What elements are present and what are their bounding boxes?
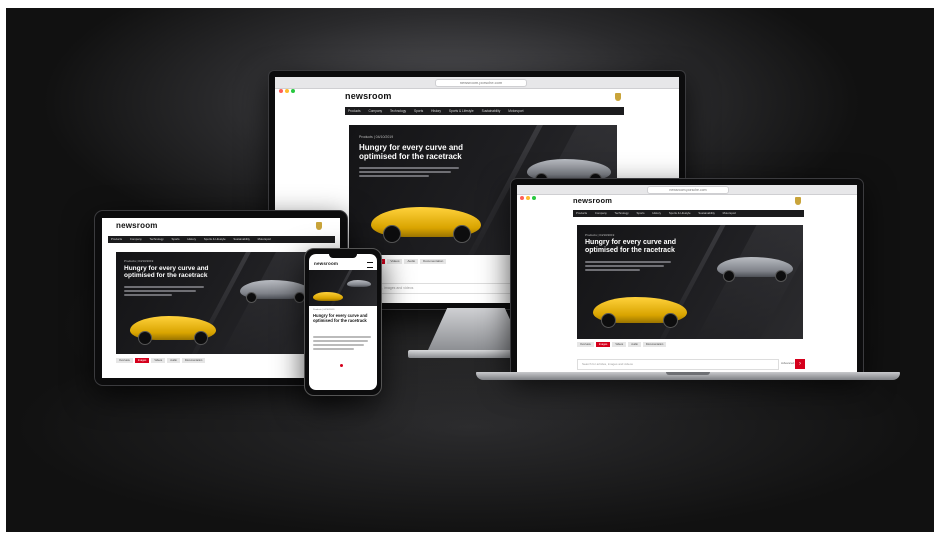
tab-documentation[interactable]: Documentation [181,358,206,363]
site-logo[interactable]: newsroom [573,196,612,205]
search-filter-dropdown[interactable]: Advanced [781,361,794,365]
tab-audio[interactable]: Audio [167,358,180,363]
nav-item[interactable]: Products [576,211,587,215]
nav-item[interactable]: Sustainability [233,237,249,241]
menu-icon[interactable] [367,262,373,268]
yellow-car [313,292,343,301]
phone-screen: newsroom Products | 04/10/2019 Hungry fo… [309,254,377,390]
nav-item[interactable]: Sports & Lifestyle [204,237,226,241]
nav-item[interactable]: Sustainability [482,109,501,113]
nav-item[interactable]: Technology [150,237,164,241]
article-headline[interactable]: Hungry for every curve and optimised for… [585,239,685,255]
phone-notch [329,254,357,258]
nav-item[interactable]: History [431,109,441,113]
main-nav: Products Company Technology Sports Histo… [573,210,804,217]
article-kicker: Products | 04/10/2019 [585,233,615,237]
nav-item[interactable]: Company [130,237,142,241]
article-kicker: Products | 04/10/2019 [313,309,335,311]
tab-images[interactable]: Images [595,342,611,347]
nav-item[interactable]: Technology [615,211,629,215]
nav-item[interactable]: Motorsport [508,109,523,113]
tab-videos[interactable]: Videos [151,358,166,363]
nav-item[interactable]: History [187,237,196,241]
nav-item[interactable]: Motorsport [258,237,271,241]
article-tabs: OverviewImagesVideosAudioDocumentation [116,358,207,363]
brand-crest-icon [615,93,621,101]
nav-item[interactable]: Sports [171,237,179,241]
nav-item[interactable]: History [652,211,661,215]
hero-image [309,270,377,306]
smartphone: newsroom Products | 04/10/2019 Hungry fo… [304,248,384,398]
search-input[interactable]: Search for articles, images and videos [577,359,779,370]
article-headline[interactable]: Hungry for every curve and optimised for… [124,265,220,280]
brand-crest-icon [316,222,322,230]
hero-image: Products | 04/10/2019 Hungry for every c… [116,252,324,354]
page-indicator-dot [340,364,343,367]
article-kicker: Products | 04/10/2019 [124,259,154,263]
article-headline[interactable]: Hungry for every curve and optimised for… [359,143,469,161]
tab-overview[interactable]: Overview [116,358,133,363]
address-bar[interactable]: newsroom.porsche.com [435,79,527,87]
site-logo[interactable]: newsroom [116,221,158,230]
tab-videos[interactable]: Videos [612,342,627,347]
laptop-screen: newsroom.porsche.com newsroom Products C… [517,185,857,373]
nav-item[interactable]: Sports & Lifestyle [449,109,474,113]
site-logo[interactable]: newsroom [345,91,392,101]
main-nav: Products Company Technology Sports Histo… [108,236,335,243]
laptop: newsroom.porsche.com newsroom Products C… [476,178,900,390]
nav-item[interactable]: Motorsport [723,211,736,215]
nav-item[interactable]: Products [348,109,361,113]
nav-item[interactable]: Sports [636,211,644,215]
tab-images[interactable]: Images [134,358,150,363]
nav-item[interactable]: Products [111,237,122,241]
nav-item[interactable]: Sports & Lifestyle [669,211,691,215]
tab-documentation[interactable]: Documentation [420,259,447,264]
nav-item[interactable]: Technology [390,109,406,113]
site-logo[interactable]: newsroom [314,261,338,266]
nav-item[interactable]: Sports [414,109,423,113]
search-button[interactable]: › [795,359,805,369]
article-headline[interactable]: Hungry for every curve and optimised for… [313,313,373,324]
tab-audio[interactable]: Audio [404,259,419,264]
main-nav: Products Company Technology Sports Histo… [345,107,624,115]
scene-background: newsroom.porsche.com newsroom Products C… [6,8,934,532]
hero-image: Products | 04/10/2019 Hungry for every c… [577,225,803,339]
nav-item[interactable]: Company [595,211,607,215]
brand-crest-icon [795,197,801,205]
nav-item[interactable]: Sustainability [698,211,714,215]
address-bar[interactable]: newsroom.porsche.com [647,186,729,194]
silver-car [347,280,371,287]
tab-videos[interactable]: Videos [387,259,403,264]
tab-overview[interactable]: Overview [577,342,594,347]
tab-audio[interactable]: Audio [628,342,641,347]
tab-documentation[interactable]: Documentation [642,342,667,347]
nav-item[interactable]: Company [368,109,382,113]
article-kicker: Products | 04/10/2019 [359,135,394,139]
article-tabs: OverviewImagesVideosAudioDocumentation [577,342,668,347]
